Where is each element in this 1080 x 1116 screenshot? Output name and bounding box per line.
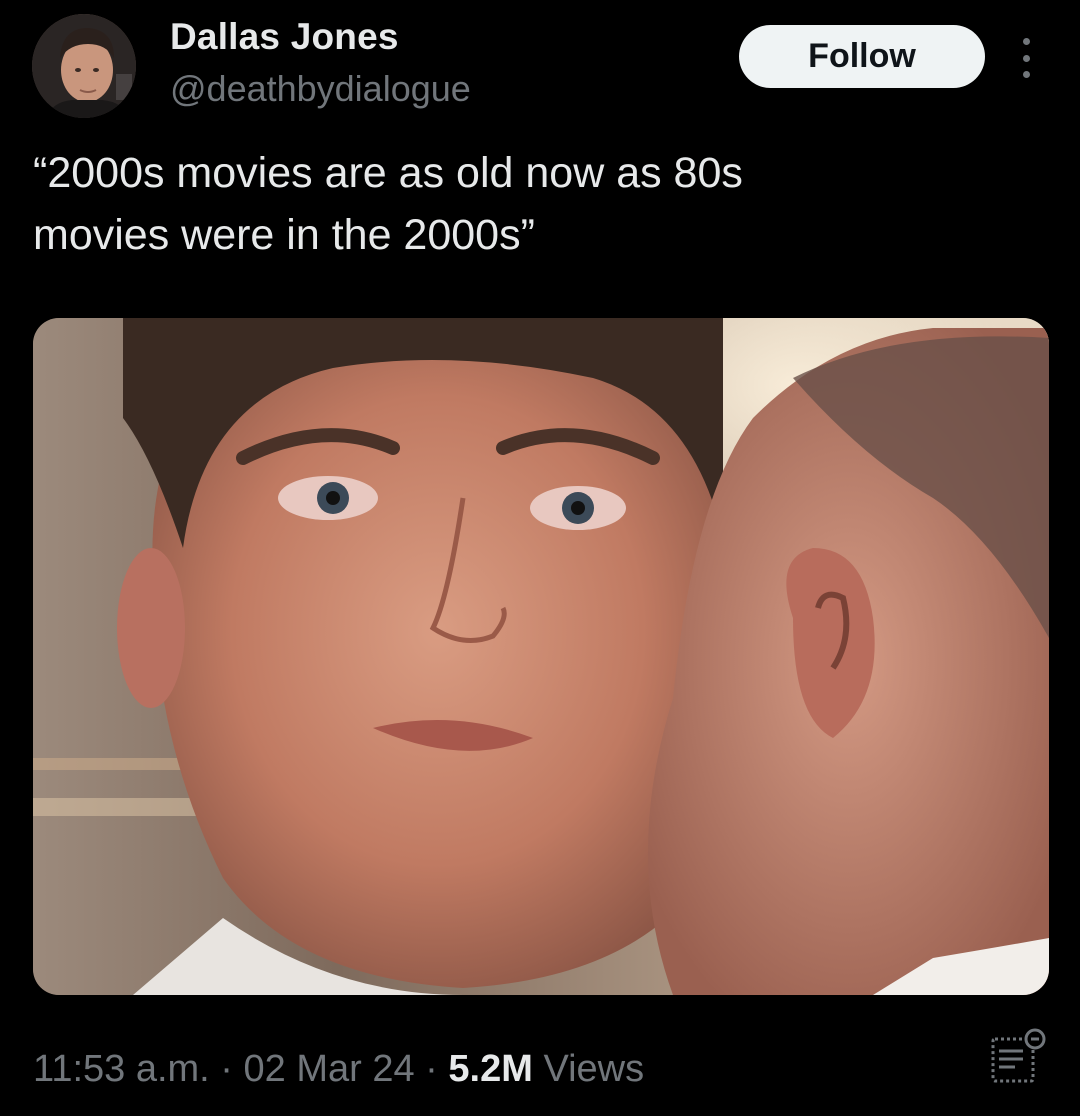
more-options-icon[interactable] xyxy=(1008,34,1044,82)
author-display-name[interactable]: Dallas Jones xyxy=(170,16,399,58)
views-label: Views xyxy=(543,1048,645,1090)
view-analytics-icon[interactable] xyxy=(985,1025,1049,1089)
tweet-meta: 11:53 a.m. · 02 Mar 24 · 5.2M Views xyxy=(33,1048,644,1091)
follow-button[interactable]: Follow xyxy=(739,25,985,88)
tweet-text: “2000s movies are as old now as 80s movi… xyxy=(33,149,743,259)
more-dot xyxy=(1022,38,1030,45)
analytics-icon-graphic xyxy=(991,1028,1046,1083)
profile-photo-icon xyxy=(32,14,136,118)
movie-still-image-icon xyxy=(33,318,1049,995)
tweet-time[interactable]: 11:53 a.m. xyxy=(33,1048,210,1090)
more-dot xyxy=(1022,54,1030,62)
more-dot xyxy=(1022,71,1030,78)
tweet-date[interactable]: 02 Mar 24 xyxy=(244,1048,415,1090)
author-handle[interactable]: @deathbydialogue xyxy=(170,68,471,110)
meta-separator: · xyxy=(425,1048,438,1090)
meta-separator: · xyxy=(220,1048,233,1090)
tweet-media-image[interactable] xyxy=(33,318,1049,995)
avatar[interactable] xyxy=(32,14,136,118)
views-count: 5.2M xyxy=(448,1048,533,1090)
